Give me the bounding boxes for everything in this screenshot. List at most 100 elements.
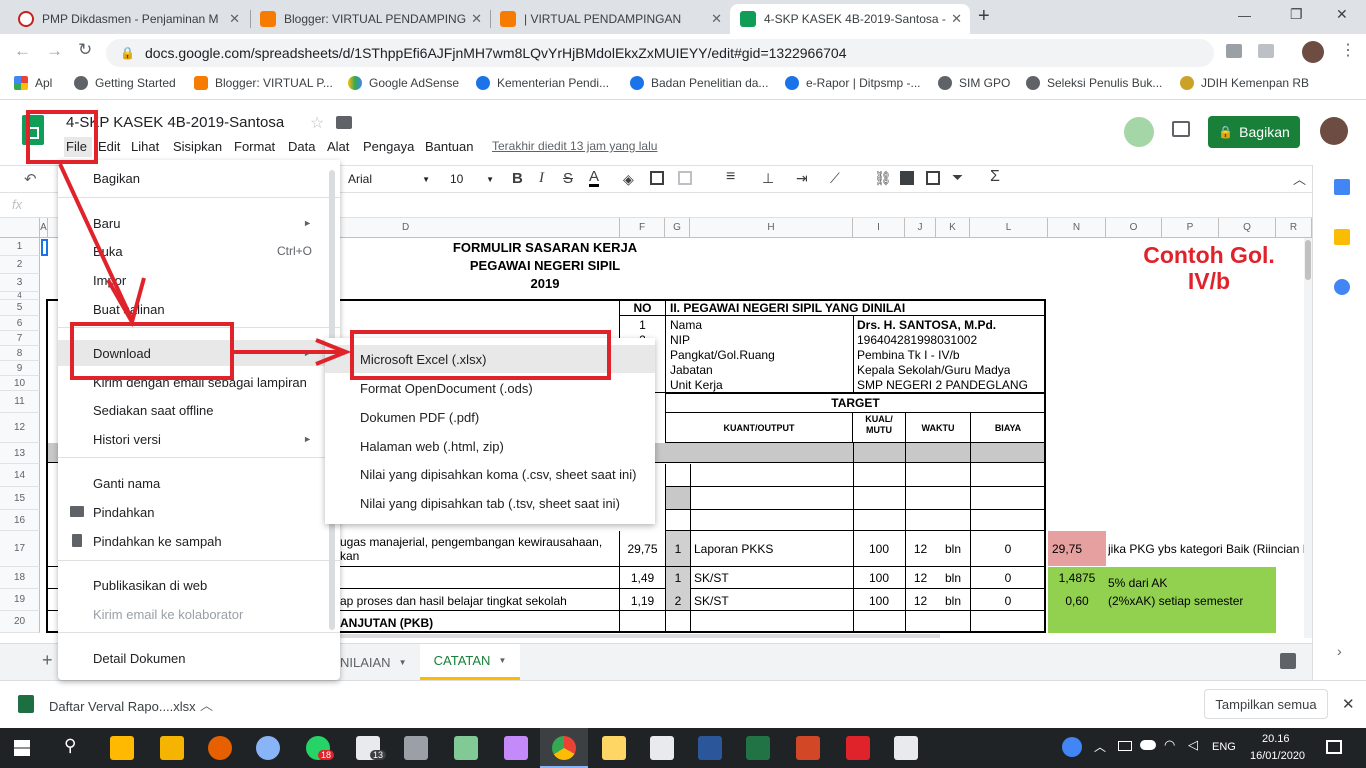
row-header[interactable]: 14 bbox=[0, 464, 40, 487]
battery-icon[interactable] bbox=[1118, 741, 1132, 751]
column-header[interactable]: A bbox=[40, 218, 48, 238]
doc-title[interactable]: 4-SKP KASEK 4B-2019-Santosa bbox=[66, 114, 284, 131]
paint-icon[interactable] bbox=[256, 736, 280, 760]
language-indicator[interactable]: ENG bbox=[1212, 741, 1236, 753]
comments-icon[interactable] bbox=[1172, 121, 1190, 137]
vertical-align-icon[interactable]: ⊥ bbox=[762, 170, 774, 187]
italic-icon[interactable]: I bbox=[539, 170, 544, 187]
row-header[interactable]: 15 bbox=[0, 487, 40, 510]
sheet-tab-active[interactable]: CATATAN ▼ bbox=[420, 644, 520, 680]
download-tsv[interactable]: Nilai yang dipisahkan tab (.tsv, sheet s… bbox=[325, 489, 655, 517]
minimize-button[interactable]: — bbox=[1238, 8, 1251, 23]
windows-start-icon[interactable] bbox=[14, 740, 30, 756]
font-size-select[interactable]: 10 ▼ bbox=[450, 172, 496, 186]
close-tab-icon[interactable]: ✕ bbox=[711, 11, 722, 27]
extension-icon[interactable] bbox=[1258, 44, 1274, 58]
calendar-app-icon[interactable] bbox=[602, 736, 626, 760]
text-rotate-icon[interactable]: ⟋ bbox=[830, 170, 840, 187]
horizontal-scrollbar[interactable] bbox=[340, 634, 940, 638]
app-icon[interactable] bbox=[504, 736, 528, 760]
bookmark-item[interactable]: e-Rapor | Ditpsmp -... bbox=[785, 76, 920, 90]
collapse-toolbar-icon[interactable]: ︿ bbox=[1293, 169, 1306, 188]
menu-item-move[interactable]: Pindahkan bbox=[58, 499, 340, 525]
row-header[interactable]: 6 bbox=[0, 316, 40, 331]
menu-insert[interactable]: Sisipkan bbox=[173, 139, 222, 154]
column-header[interactable]: J bbox=[905, 218, 936, 238]
file-explorer-icon[interactable] bbox=[160, 736, 184, 760]
new-tab-button[interactable]: + bbox=[978, 5, 990, 28]
back-icon[interactable]: ← bbox=[14, 41, 31, 61]
bookmark-item[interactable]: JDIH Kemenpan RB bbox=[1180, 76, 1309, 90]
vertical-scrollbar[interactable] bbox=[1304, 238, 1312, 638]
menu-item-make-copy[interactable]: Buat salinan bbox=[58, 296, 340, 322]
menu-item-open[interactable]: Buka Ctrl+O bbox=[58, 238, 340, 264]
tasks-icon[interactable] bbox=[1334, 279, 1350, 295]
keep-icon[interactable] bbox=[1334, 229, 1350, 245]
menu-data[interactable]: Data bbox=[288, 139, 315, 154]
star-icon[interactable]: ☆ bbox=[310, 113, 324, 133]
menu-addons[interactable]: Pengaya bbox=[363, 139, 414, 154]
row-header[interactable]: 2 bbox=[0, 256, 40, 274]
functions-icon[interactable]: Σ bbox=[990, 168, 1000, 186]
bookmark-item[interactable]: SIM GPO bbox=[938, 76, 1010, 90]
font-select[interactable]: Arial ▼ bbox=[348, 172, 432, 186]
row-header[interactable]: 16 bbox=[0, 510, 40, 531]
browser-tab[interactable]: | VIRTUAL PENDAMPINGAN ✕ bbox=[490, 4, 730, 34]
search-icon[interactable]: ⚲ bbox=[64, 736, 76, 756]
help-icon[interactable] bbox=[1062, 737, 1082, 757]
menu-item-import[interactable]: Impor bbox=[58, 267, 340, 293]
chevron-up-icon[interactable]: ︿ bbox=[1094, 738, 1106, 755]
column-header[interactable]: O bbox=[1106, 218, 1162, 238]
close-tab-icon[interactable]: ✕ bbox=[229, 11, 240, 27]
bookmark-item[interactable]: Blogger: VIRTUAL P... bbox=[194, 76, 333, 90]
app-icon[interactable] bbox=[454, 736, 478, 760]
insert-chart-icon[interactable] bbox=[926, 171, 940, 185]
column-header[interactable]: Q bbox=[1219, 218, 1276, 238]
column-header[interactable]: L bbox=[970, 218, 1048, 238]
reload-icon[interactable]: ↻ bbox=[78, 40, 92, 60]
column-header[interactable]: H bbox=[690, 218, 853, 238]
row-header[interactable]: 19 bbox=[0, 589, 40, 611]
row-header[interactable]: 4 bbox=[0, 292, 40, 300]
align-left-icon[interactable]: ≡ bbox=[726, 168, 735, 186]
browser-tab[interactable]: PMP Dikdasmen - Penjaminan M ✕ bbox=[8, 4, 248, 34]
menu-tools[interactable]: Alat bbox=[327, 139, 349, 154]
maximize-button[interactable]: ❐ bbox=[1290, 6, 1303, 23]
excel-icon[interactable] bbox=[746, 736, 770, 760]
text-wrap-icon[interactable]: ⇥ bbox=[796, 170, 808, 187]
browser-tab[interactable]: Blogger: VIRTUAL PENDAMPING ✕ bbox=[250, 4, 490, 34]
expand-panel-icon[interactable]: › bbox=[1337, 643, 1342, 659]
row-header[interactable]: 3 bbox=[0, 274, 40, 292]
show-all-button[interactable]: Tampilkan semua bbox=[1204, 689, 1328, 719]
row-header[interactable]: 8 bbox=[0, 346, 40, 361]
row-header[interactable]: 20 bbox=[0, 611, 40, 633]
row-header[interactable]: 9 bbox=[0, 361, 40, 376]
fill-color-icon[interactable]: ◈ bbox=[623, 171, 634, 188]
notepad-icon[interactable] bbox=[650, 736, 674, 760]
close-window-button[interactable]: ✕ bbox=[1336, 6, 1348, 23]
notifications-icon[interactable] bbox=[1326, 740, 1342, 754]
menu-item-rename[interactable]: Ganti nama bbox=[58, 470, 340, 496]
scroll-thumb[interactable] bbox=[1305, 240, 1311, 280]
browser-menu-icon[interactable]: ⋮ bbox=[1340, 40, 1356, 60]
address-bar[interactable]: 🔒 docs.google.com/spreadsheets/d/1SThppE… bbox=[106, 39, 1214, 67]
borders-icon[interactable] bbox=[650, 171, 664, 185]
menu-view[interactable]: Lihat bbox=[131, 139, 159, 154]
bookmark-item[interactable]: Google AdSense bbox=[348, 76, 459, 90]
folder-icon[interactable] bbox=[336, 116, 352, 129]
photos-icon[interactable] bbox=[894, 736, 918, 760]
row-header[interactable]: 7 bbox=[0, 331, 40, 346]
word-icon[interactable] bbox=[698, 736, 722, 760]
volume-icon[interactable]: ◁ bbox=[1188, 737, 1198, 753]
clock-date[interactable]: 16/01/2020 bbox=[1250, 750, 1305, 762]
pdf-icon[interactable] bbox=[846, 736, 870, 760]
column-header[interactable]: I bbox=[853, 218, 905, 238]
text-color-icon[interactable]: A bbox=[589, 169, 600, 187]
row-header[interactable]: 5 bbox=[0, 300, 40, 316]
menu-item-offline[interactable]: Sediakan saat offline bbox=[58, 397, 340, 423]
row-header[interactable]: 10 bbox=[0, 376, 40, 391]
row-header[interactable]: 18 bbox=[0, 567, 40, 589]
account-avatar[interactable] bbox=[1320, 117, 1348, 145]
undo-icon[interactable]: ↶ bbox=[24, 170, 37, 188]
download-html[interactable]: Halaman web (.html, zip) bbox=[325, 432, 655, 460]
